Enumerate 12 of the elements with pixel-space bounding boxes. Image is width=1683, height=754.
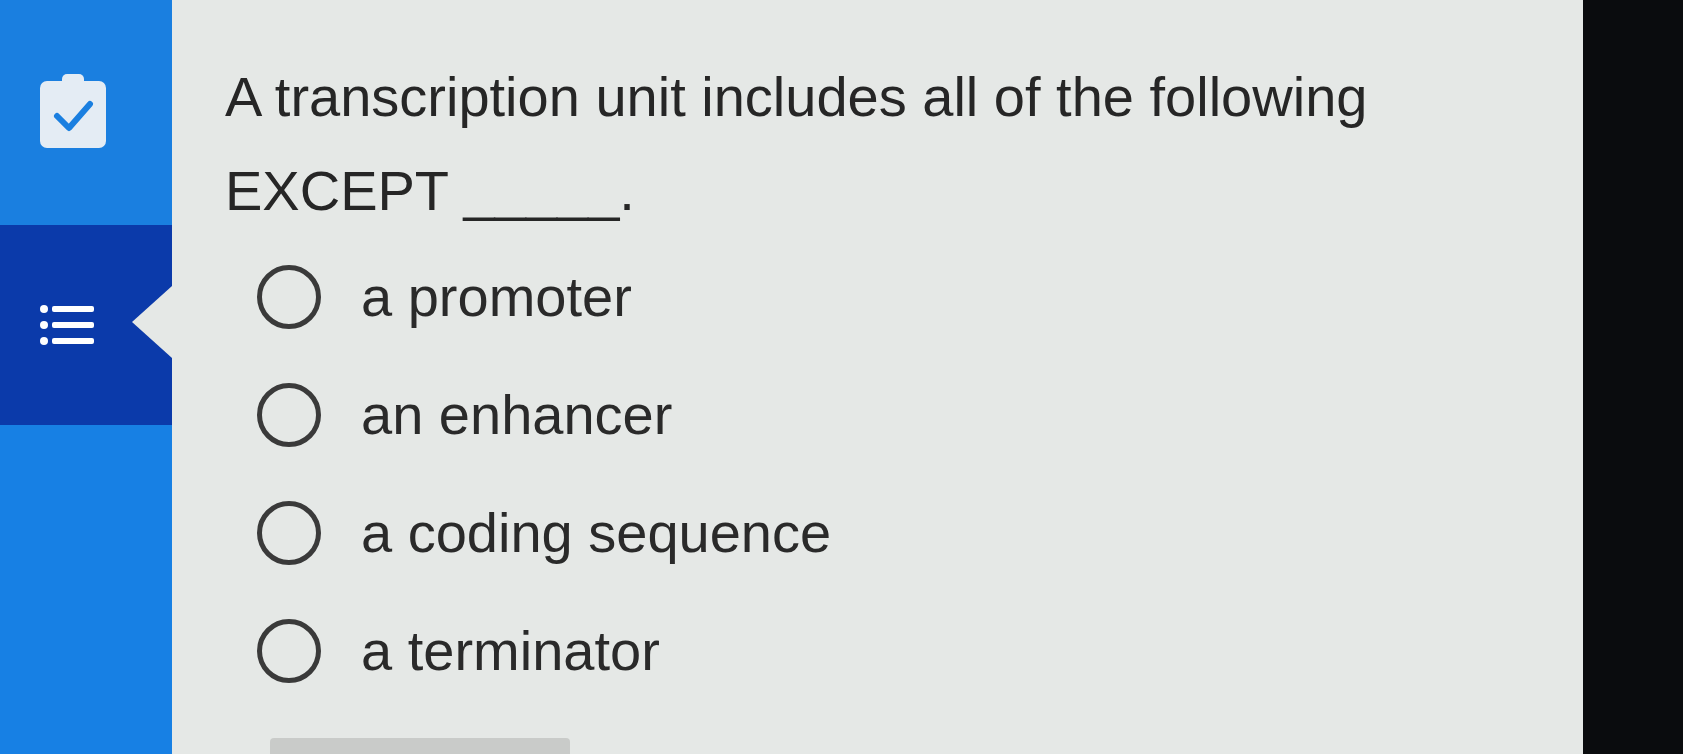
- option-label[interactable]: a terminator: [361, 616, 660, 686]
- question-text: A transcription unit includes all of the following EXCEPT _____.: [225, 64, 1369, 224]
- radio-button[interactable]: [257, 501, 321, 565]
- radio-button[interactable]: [257, 383, 321, 447]
- radio-button[interactable]: [257, 619, 321, 683]
- option-label[interactable]: a promoter: [361, 262, 632, 332]
- list-icon: [40, 305, 94, 345]
- option-label[interactable]: an enhancer: [361, 380, 673, 450]
- sidebar-tab[interactable]: [0, 225, 172, 425]
- radio-button[interactable]: [257, 265, 321, 329]
- option-label[interactable]: a coding sequence: [361, 498, 832, 568]
- clipboard-check-icon: [40, 74, 106, 148]
